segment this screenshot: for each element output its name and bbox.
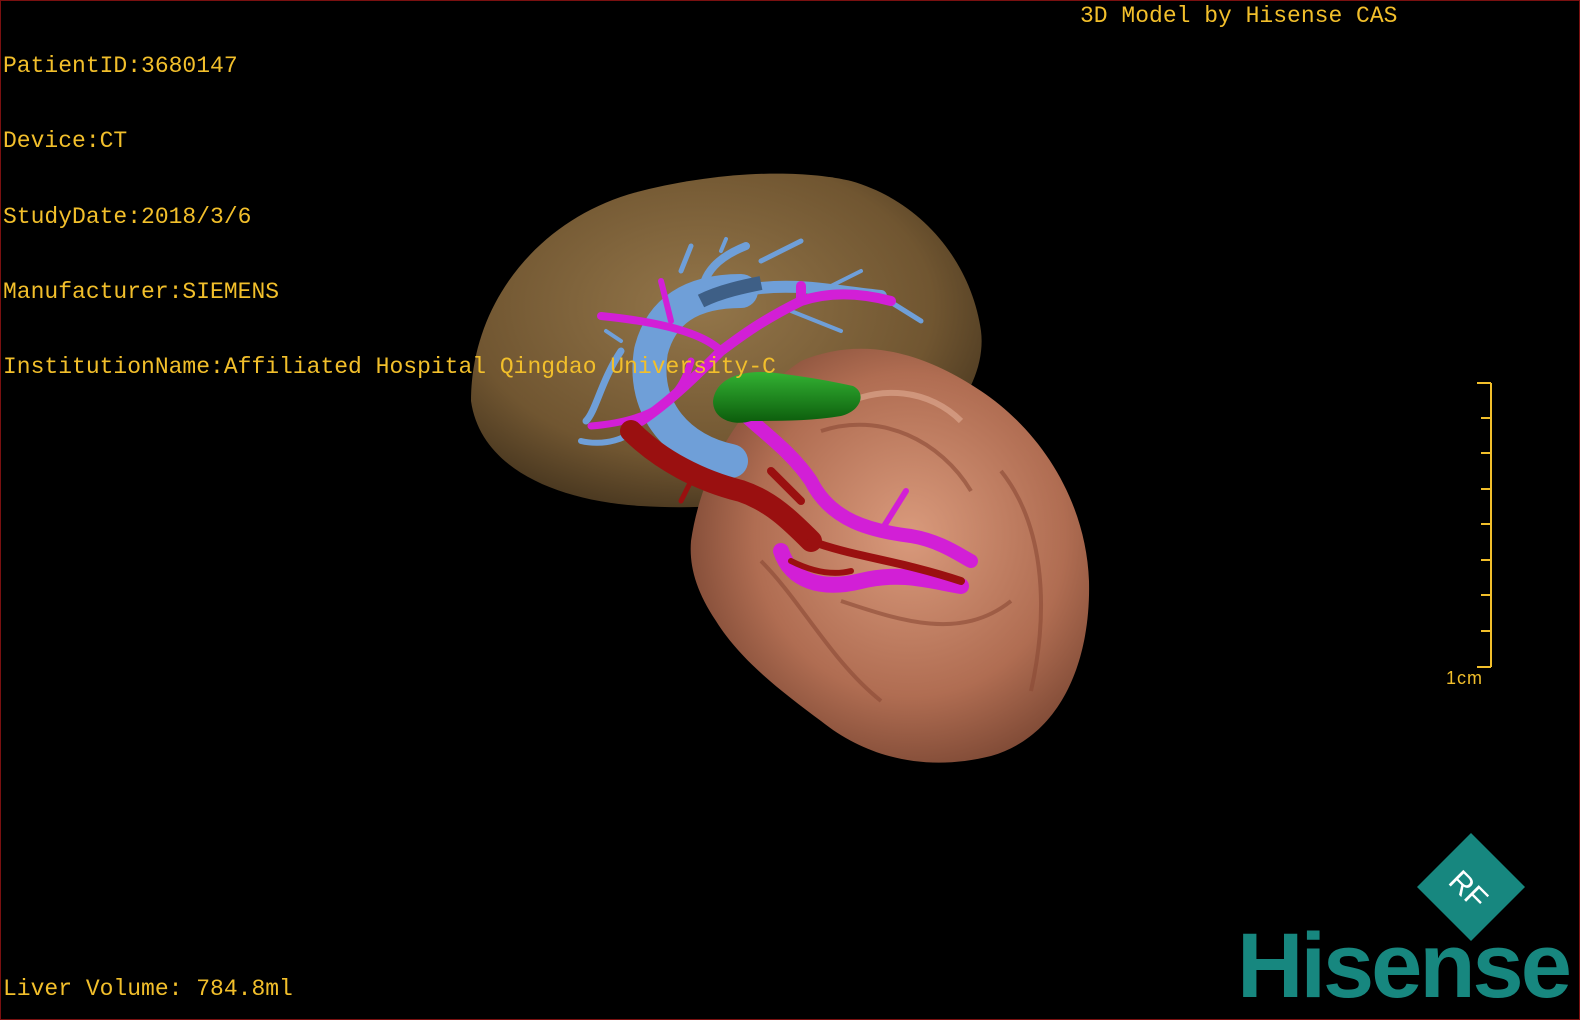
scale-label: 1cm (1446, 668, 1484, 688)
hisense-logo: Hisense (1237, 915, 1572, 1017)
3d-viewport[interactable]: PatientID:3680147 Device:CT StudyDate:20… (0, 0, 1580, 1020)
institution-label: InstitutionName:Affiliated Hospital Qing… (3, 354, 776, 381)
study-date-label: StudyDate:2018/3/6 (3, 203, 252, 230)
manufacturer-label: Manufacturer:SIEMENS (3, 278, 280, 305)
patient-id-label: PatientID:3680147 (3, 53, 238, 79)
liver-volume-label: Liver Volume: 784.8ml (3, 976, 293, 1002)
device-label: Device:CT (3, 128, 128, 155)
patient-info-block: PatientID:3680147 Device:CT StudyDate:20… (3, 4, 776, 430)
scale-bar (1477, 382, 1492, 668)
model-credit-label: 3D Model by Hisense CAS (1080, 3, 1398, 29)
